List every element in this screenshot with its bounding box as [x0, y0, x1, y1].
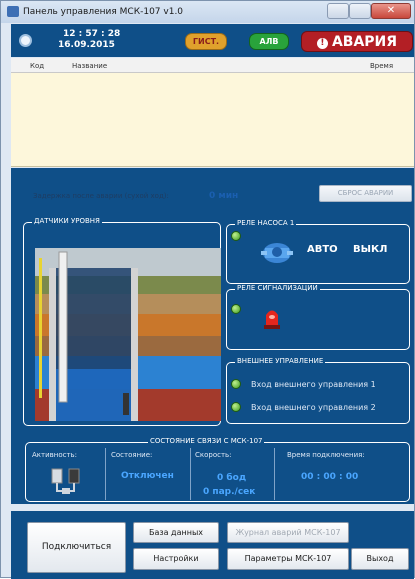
network-activity-icon [51, 468, 80, 494]
exit-button[interactable]: Выход [351, 548, 409, 570]
event-table-header: Код Название Время [11, 58, 414, 73]
delay-label: Задержка после аварии (сухой ход): [33, 192, 169, 200]
external-input-1-label: Вход внешнего управления 1 [251, 380, 376, 389]
activity-label: Активность: [32, 451, 78, 459]
pump-relay-led [231, 231, 241, 241]
alv-badge: АЛВ [249, 33, 289, 50]
sensor-cable [39, 258, 42, 398]
casing-left [49, 268, 56, 421]
column-header-code[interactable]: Код [30, 62, 44, 70]
settings-button[interactable]: Настройки [133, 548, 219, 570]
level-sensors-title: ДАТЧИКИ УРОВНЯ [32, 217, 102, 225]
divider [190, 448, 191, 500]
casing-right [131, 268, 138, 421]
pump-icon [261, 243, 293, 263]
uptime-value: 00 : 00 : 00 [301, 472, 359, 482]
title-bar: Панель управления МСК-107 v1.0 ✕ [1, 1, 414, 23]
pump-unit [123, 393, 129, 415]
alarm-badge: ! АВАРИЯ [301, 31, 413, 52]
main-window: Панель управления МСК-107 v1.0 ✕ 12 : 57… [0, 0, 415, 579]
external-control-group: ВНЕШНЕЕ УПРАВЛЕНИЕ [226, 357, 410, 424]
app-icon [7, 6, 19, 17]
reset-alarm-button[interactable]: СБРОС АВАРИИ [319, 185, 412, 202]
state-label: Состояние: [111, 451, 153, 459]
pump-mode-auto[interactable]: АВТО [307, 244, 338, 255]
well-strata-graphic [35, 248, 221, 421]
status-bar: 12 : 57 : 28 16.09.2015 ГИСТ. АЛВ ! АВАРИ… [11, 24, 414, 57]
clock-icon [19, 34, 32, 47]
alarm-badge-label: АВАРИЯ [331, 34, 398, 50]
maximize-button[interactable] [349, 3, 371, 19]
alarm-relay-title: РЕЛЕ СИГНАЛИЗАЦИИ [235, 284, 320, 292]
column-header-time[interactable]: Время [370, 62, 393, 70]
delay-value: 0 мин [209, 191, 239, 201]
speed-packets: 0 пар./сек [203, 487, 256, 497]
external-control-title: ВНЕШНЕЕ УПРАВЛЕНИЕ [235, 357, 326, 365]
minimize-button[interactable] [327, 3, 349, 19]
connect-button[interactable]: Подключиться [27, 522, 126, 573]
database-button[interactable]: База данных [133, 522, 219, 543]
window-title: Панель управления МСК-107 v1.0 [23, 7, 184, 17]
column-header-name[interactable]: Название [72, 62, 107, 70]
clock-time: 12 : 57 : 28 [63, 29, 121, 39]
close-button[interactable]: ✕ [371, 3, 411, 19]
hysteresis-badge: ГИСТ. [185, 33, 227, 50]
speed-label: Скорость: [195, 451, 232, 459]
state-value: Отключен [121, 471, 174, 481]
siren-icon [264, 310, 280, 329]
alert-icon: ! [316, 38, 328, 49]
parameters-button[interactable]: Параметры МСК-107 [227, 548, 349, 570]
event-table[interactable]: Код Название Время [11, 58, 414, 167]
connection-status-title: СОСТОЯНИЕ СВЯЗИ С МСК-107 [148, 437, 265, 445]
divider [274, 448, 275, 500]
external-input-2-led [231, 402, 241, 412]
pump-relay-title: РЕЛЕ НАСОСА 1 [235, 219, 297, 227]
alarm-log-button[interactable]: Журнал аварий МСК-107 [227, 522, 349, 543]
external-input-1-led [231, 379, 241, 389]
divider [105, 448, 106, 500]
uptime-label: Время подключения: [287, 451, 365, 459]
alarm-relay-group: РЕЛЕ СИГНАЛИЗАЦИИ [226, 284, 410, 350]
alarm-relay-led [231, 304, 241, 314]
speed-baud: 0 бод [217, 473, 247, 483]
level-probe [58, 251, 68, 403]
well-visualization [35, 248, 221, 421]
clock-date: 16.09.2015 [58, 40, 115, 50]
pump-mode-off[interactable]: ВЫКЛ [353, 244, 387, 255]
external-input-2-label: Вход внешнего управления 2 [251, 403, 376, 412]
